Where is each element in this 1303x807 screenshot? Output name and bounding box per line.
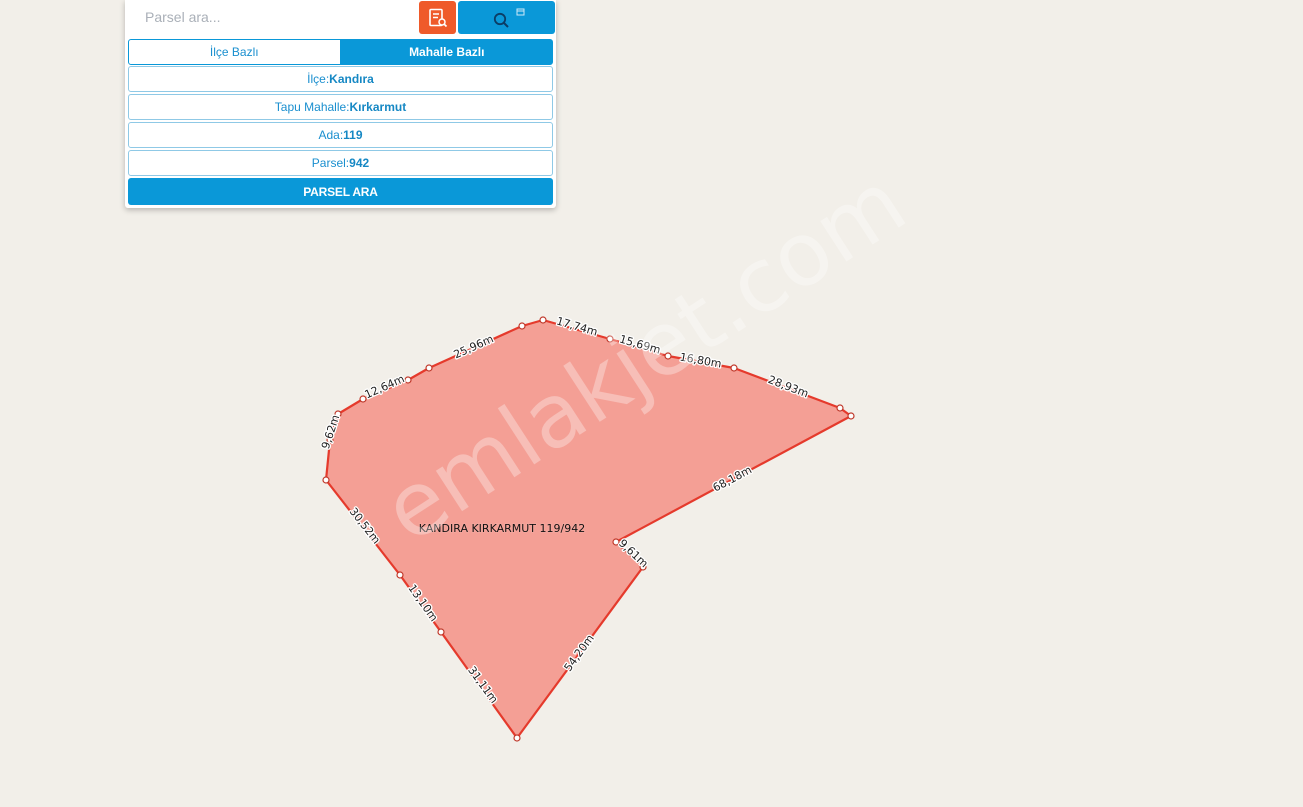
parsel-value: 942: [349, 156, 370, 170]
ada-field[interactable]: Ada: 119: [128, 122, 553, 148]
ada-value: 119: [343, 128, 363, 142]
ilce-label: İlçe:: [307, 72, 330, 86]
parcel-search-panel: İlçe Bazlı Mahalle Bazlı İlçe:Kandıra Ta…: [125, 0, 556, 208]
search-mode-tabs: İlçe Bazlı Mahalle Bazlı: [128, 39, 553, 65]
mahalle-select[interactable]: Tapu Mahalle: Kırkarmut: [128, 94, 553, 120]
mahalle-value: Kırkarmut: [349, 100, 407, 114]
tab-mahalle-bazli[interactable]: Mahalle Bazlı: [340, 39, 553, 65]
search-row: [125, 0, 556, 36]
report-search-icon: [428, 8, 447, 27]
mahalle-label: Tapu Mahalle:: [274, 100, 350, 114]
parsel-label: Parsel:: [311, 156, 350, 170]
ada-label: Ada:: [318, 128, 344, 142]
search-icon: [493, 8, 524, 28]
parsel-field[interactable]: Parsel: 942: [128, 150, 553, 176]
ilce-value: Kandıra: [329, 72, 374, 86]
search-input[interactable]: [133, 2, 437, 32]
parsel-ara-button[interactable]: PARSEL ARA: [128, 178, 553, 205]
ilce-select[interactable]: İlçe: Kandıra: [128, 66, 553, 92]
report-button[interactable]: [419, 1, 456, 34]
search-button[interactable]: [458, 1, 555, 34]
tab-ilce-bazli[interactable]: İlçe Bazlı: [128, 39, 341, 65]
